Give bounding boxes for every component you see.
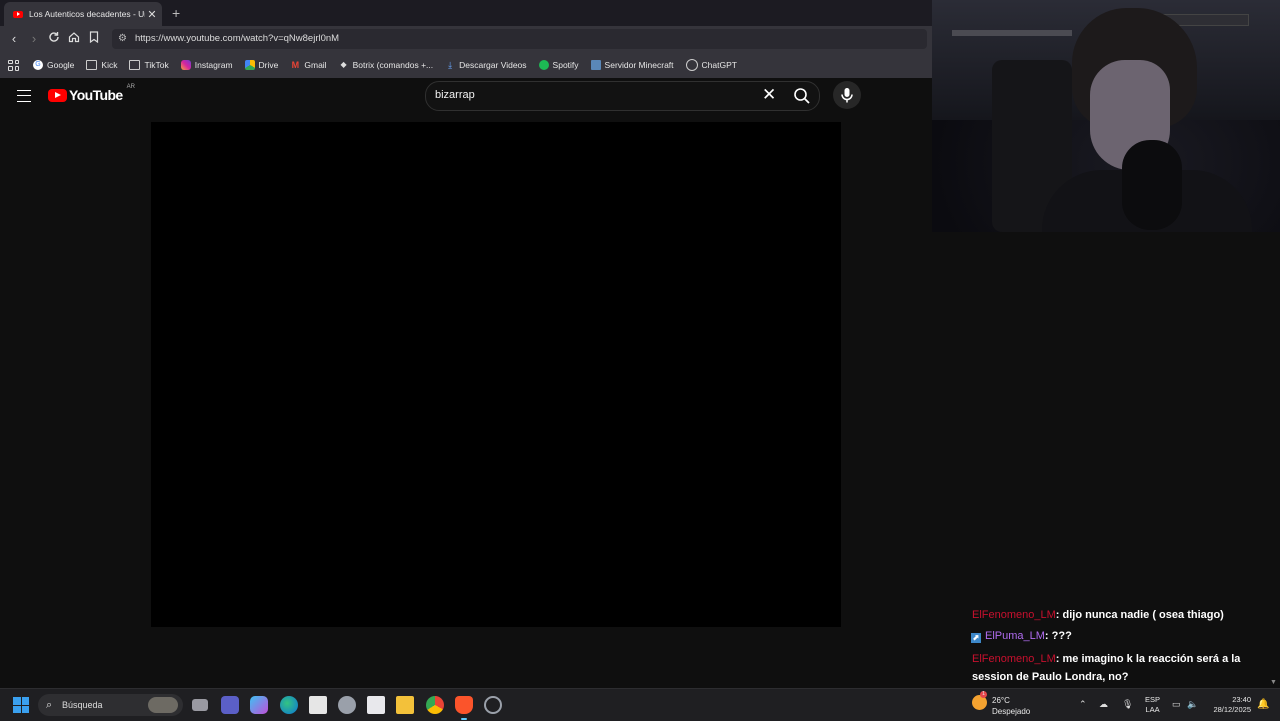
country-code: AR (126, 84, 135, 90)
folder-icon (86, 60, 98, 70)
chat-text: : dijo nunca nadie ( osea thiago) (1055, 609, 1224, 621)
download-icon: ⤓ (448, 60, 453, 70)
youtube-logo[interactable]: YouTube AR (48, 84, 135, 103)
youtube-logo-text: YouTube (69, 87, 123, 103)
bookmark-spotify[interactable]: Spotify (538, 60, 579, 70)
microphone-icon[interactable]: 🎙 (1122, 699, 1133, 710)
minecraft-icon (590, 60, 601, 70)
botrix-icon: ◆ (340, 60, 347, 69)
browser-tab-bar: Los Autenticos decadentes - Un ✕ + (0, 0, 932, 26)
url-text: https://www.youtube.com/watch?v=qNw8ejrl… (135, 33, 340, 44)
notifications-bell-icon[interactable]: 🔔 (1257, 699, 1269, 710)
search-highlight-icon (148, 697, 178, 713)
spotify-icon (538, 60, 549, 70)
scroll-down-icon[interactable]: ▼ (1270, 679, 1277, 686)
clear-search-icon[interactable]: ✕ (762, 85, 776, 105)
menu-icon[interactable] (17, 90, 31, 102)
bookmark-descargar-videos[interactable]: ⤓ Descargar Videos (445, 60, 526, 70)
chat-username: ElPuma_LM (985, 630, 1045, 642)
store-icon[interactable] (309, 696, 327, 714)
bookmark-botrix[interactable]: ◆ Botrix (comandos +... (339, 60, 434, 70)
chat-message: ElFenomeno_LM: me imagino k la reacción … (972, 650, 1262, 686)
voice-search-button[interactable] (833, 81, 861, 109)
forward-icon[interactable]: › (26, 31, 42, 47)
site-settings-icon[interactable]: ⚙ (118, 29, 127, 49)
chat-username: ElFenomeno_LM (972, 653, 1056, 665)
weather-badge: 1 (980, 691, 987, 698)
bookmark-instagram[interactable]: Instagram (180, 60, 233, 70)
tab-close-icon[interactable]: ✕ (145, 8, 159, 21)
instagram-icon (180, 60, 191, 70)
obs-icon[interactable] (484, 696, 502, 714)
chat-text: : ??? (1044, 630, 1072, 642)
youtube-header: YouTube AR bizarrap ✕ (0, 78, 932, 114)
network-icon[interactable]: ▭ (1172, 699, 1181, 710)
bookmark-icon[interactable] (86, 31, 102, 47)
clock-time: 23:40 (1232, 695, 1251, 704)
youtube-play-icon (48, 88, 67, 102)
windows-taskbar: ⌕ Búsqueda 1 26°C Despejado ⌃ ☁ 🎙 ESP LAA … (0, 688, 1280, 721)
subscriber-badge-icon: ⬈ (971, 633, 981, 643)
file-explorer-icon[interactable] (396, 696, 414, 714)
task-view-icon[interactable] (192, 699, 208, 711)
bookmark-chatgpt[interactable]: ChatGPT (685, 59, 737, 71)
show-hidden-icons-icon[interactable]: ⌃ (1079, 699, 1087, 710)
stream-chat: ElFenomeno_LM: dijo nunca nadie ( osea t… (966, 605, 1266, 686)
browser-nav-bar: ‹ › ⚙ https://www.youtube.com/watch?v=qN… (0, 26, 932, 52)
brave-icon[interactable] (455, 696, 473, 714)
taskbar-search[interactable]: ⌕ Búsqueda (38, 694, 183, 716)
bookmark-servidor-minecraft[interactable]: Servidor Minecraft (590, 60, 674, 70)
new-tab-button[interactable]: + (172, 5, 180, 21)
chrome-icon[interactable] (426, 696, 444, 714)
tab-title: Los Autenticos decadentes - Un (29, 9, 145, 19)
settings-gear-icon[interactable] (338, 696, 356, 714)
drive-icon (244, 60, 255, 70)
volume-icon[interactable]: 🔈 (1187, 699, 1198, 710)
windows-start-icon[interactable] (13, 697, 29, 713)
folder-icon (129, 60, 141, 70)
system-clock[interactable]: 23:40 28/12/2025 (1205, 695, 1251, 715)
google-icon: G (33, 60, 43, 70)
bookmarks-bar: G Google Kick TikTok Instagram Drive M Gma… (0, 52, 932, 79)
search-box[interactable]: bizarrap ✕ (425, 81, 820, 111)
chat-username: ElFenomeno_LM (972, 609, 1056, 621)
edge-icon[interactable] (280, 696, 298, 714)
temperature: 26°C (992, 696, 1010, 705)
webcam-overlay (932, 0, 1280, 232)
search-icon: ⌕ (46, 699, 53, 711)
address-bar[interactable]: ⚙ https://www.youtube.com/watch?v=qNw8ej… (112, 29, 927, 49)
input-language[interactable]: ESP LAA (1145, 695, 1160, 715)
bookmark-kick[interactable]: Kick (86, 60, 117, 70)
taskbar-search-label: Búsqueda (62, 700, 103, 710)
copilot-icon[interactable] (250, 696, 268, 714)
cloud-sync-icon[interactable]: ☁ (1099, 699, 1108, 710)
browser-tab[interactable]: Los Autenticos decadentes - Un ✕ (4, 2, 162, 26)
bookmark-google[interactable]: G Google (33, 60, 74, 70)
teams-icon[interactable] (221, 696, 239, 714)
bookmark-tiktok[interactable]: TikTok (129, 60, 169, 70)
search-icon[interactable] (792, 86, 812, 106)
reload-icon[interactable] (46, 31, 62, 47)
search-input[interactable]: bizarrap (435, 89, 475, 101)
back-icon[interactable]: ‹ (6, 31, 22, 47)
weather-condition: Despejado (992, 707, 1031, 716)
notepad-icon[interactable] (367, 696, 385, 714)
bookmark-drive[interactable]: Drive (244, 60, 278, 70)
bookmark-gmail[interactable]: M Gmail (290, 60, 327, 70)
clock-date: 28/12/2025 (1213, 705, 1251, 714)
video-player[interactable] (151, 122, 841, 627)
chat-message: ⬈ ElPuma_LM: ??? (971, 626, 1266, 647)
apps-grid-icon[interactable] (8, 59, 19, 71)
chat-message: ElFenomeno_LM: dijo nunca nadie ( osea t… (972, 605, 1266, 626)
microphone-icon (841, 88, 853, 103)
youtube-favicon-icon (13, 10, 23, 18)
gmail-icon: M (291, 60, 300, 70)
chatgpt-icon (685, 59, 698, 71)
home-icon[interactable] (66, 31, 82, 47)
